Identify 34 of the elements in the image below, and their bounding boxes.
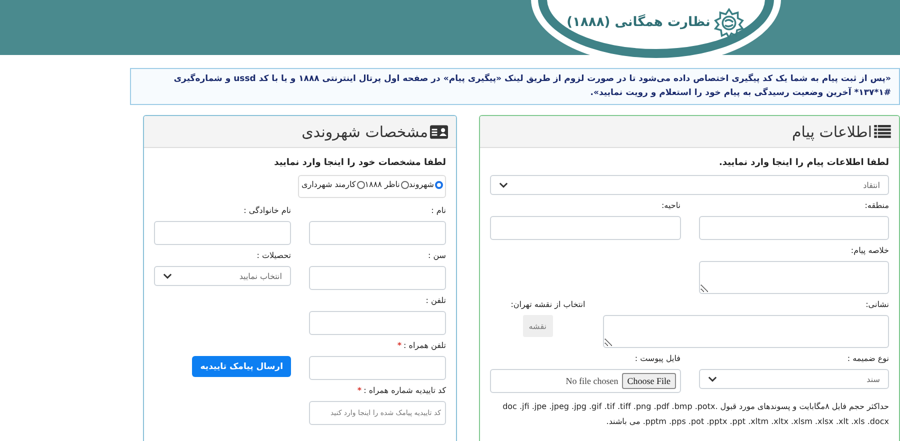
field-label: نام : xyxy=(431,206,446,217)
file-status-text: No file chosen xyxy=(566,376,618,386)
field-label: انتخاب از نقشه تهران: xyxy=(510,300,586,311)
dropdown[interactable]: انتقاد xyxy=(490,175,889,195)
logo-title: نظارت همگانی (۱۸۸۸) xyxy=(566,15,710,30)
choose-file-button[interactable]: Choose File xyxy=(622,373,676,389)
panel-title: اطلاعات پیام xyxy=(792,122,872,140)
instruction-text: لطفا مشخصات خود را اینجا وارد نمایید xyxy=(273,158,446,168)
dropdown[interactable]: سند xyxy=(698,369,889,389)
panel-title: مشخصات شهروندی xyxy=(302,122,428,140)
radio-option[interactable]: شهروند xyxy=(408,180,443,189)
dropdown[interactable]: انتخاب نمایید xyxy=(154,266,291,286)
required-mark: * xyxy=(397,341,402,352)
field-label: نوع ضمیمه : xyxy=(847,354,889,365)
field-label: نام خانوادگی : xyxy=(244,206,291,217)
field-label: فایل پیوست : xyxy=(634,354,680,365)
field-label: تحصیلات : xyxy=(256,251,291,262)
field-label: تلفن همراه : xyxy=(404,341,446,352)
field-label: کد تاییدیه شماره همراه : xyxy=(364,386,446,397)
radio-option[interactable]: کارمند شهرداری xyxy=(301,180,365,189)
required-mark: * xyxy=(357,386,362,397)
send-sms-button[interactable]: ارسال پیامک تاییدیه xyxy=(192,356,291,377)
radio-option[interactable]: ناظر ۱۸۸۸ xyxy=(364,180,409,189)
field-label: سن : xyxy=(428,251,446,262)
field-label: تلفن : xyxy=(426,296,446,307)
notice-text: «پس از ثبت پیام به شما یک کد پیگیری اختصاص داده می‌شود تا در صورت لزوم از طریق لینک «پیگیری پیام» در صفحه اول پرتال اینترنتی ۱۸۸۸ و یا با کد ussd و شماره‌گیری #۱*۱۳۷* آخرین وضعیت رسیدگی به پیام خود را استعلام و رویت نمایید». xyxy=(174,74,891,98)
map-button[interactable]: نقشه xyxy=(522,315,553,337)
field-label: خلاصه پیام: xyxy=(850,246,889,257)
file-note: حداکثر حجم فایل ۸مگابایت و پسوندهای مورد قبول .doc .jfi .jpe .jpeg .jpg .gif .tif .tiff .png .pdf .bmp .potx .pptm .pps .pot .pptx .ppt .xltm .xltx .xlsm .xlsx .xlt .xls .docx می باشند. xyxy=(502,401,889,428)
field-label: ناحیه: xyxy=(661,201,680,212)
file-field[interactable]: No file chosen Choose File xyxy=(490,369,680,393)
field-label: منطقه: xyxy=(864,201,889,212)
field-label: نشانی: xyxy=(866,300,889,311)
instruction-text: لطفا اطلاعات پیام را اینجا وارد نمایید. xyxy=(718,158,889,168)
